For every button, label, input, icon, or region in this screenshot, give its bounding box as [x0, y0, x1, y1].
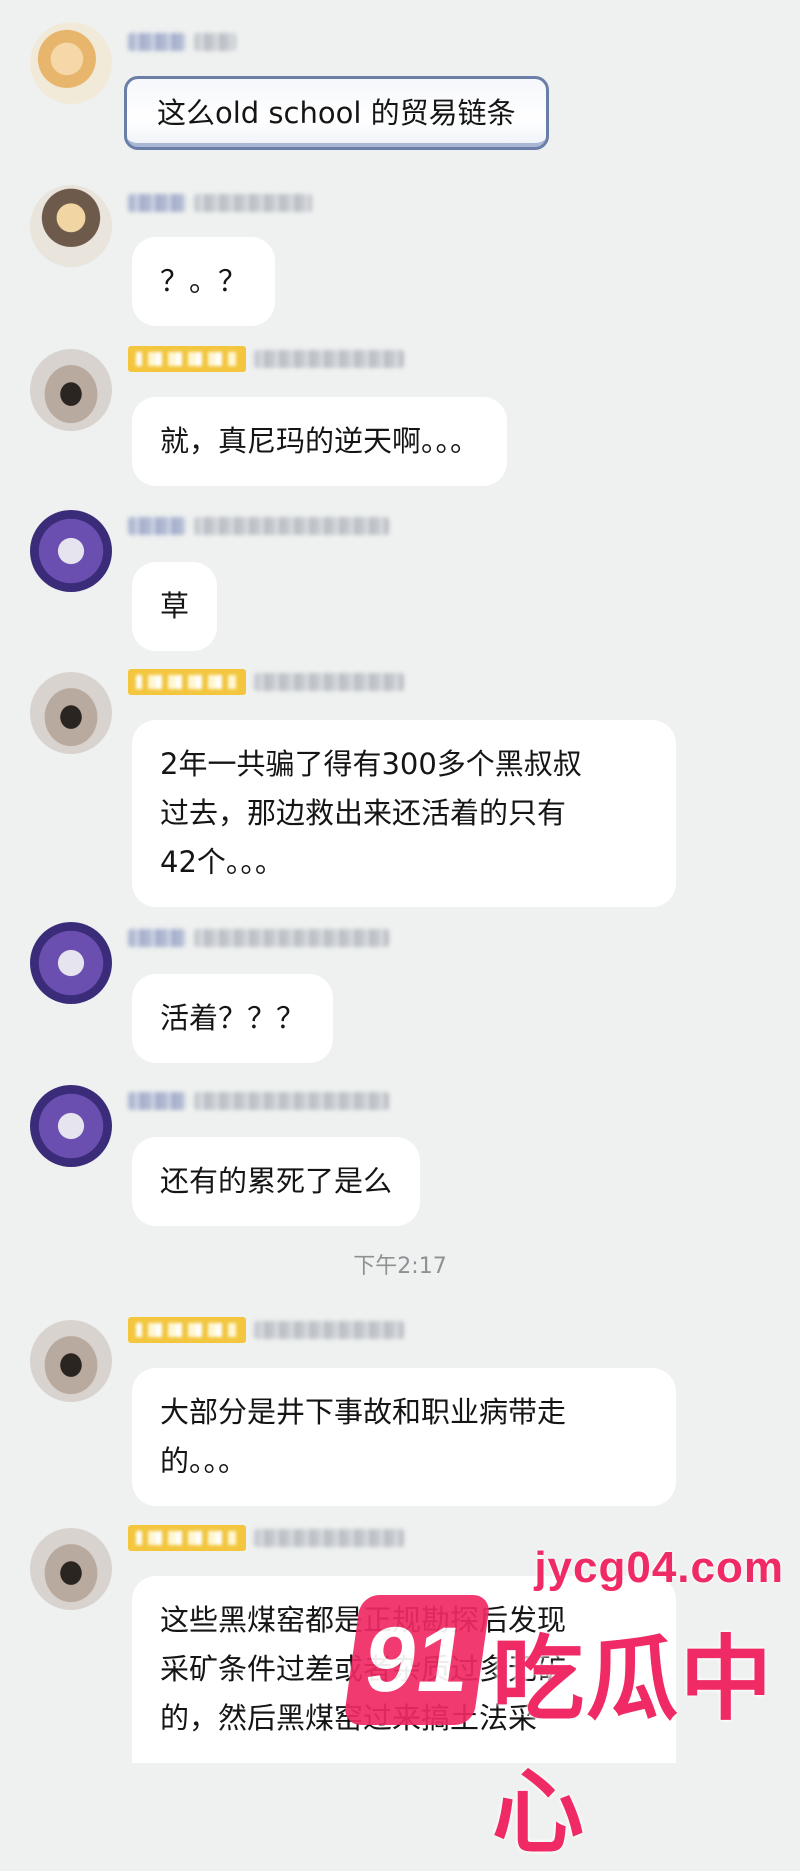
sender-name-blurred — [128, 926, 389, 950]
avatar[interactable] — [30, 1528, 112, 1610]
sender-name-blurred — [128, 669, 404, 695]
member-badge — [128, 1525, 246, 1551]
avatar[interactable] — [30, 922, 112, 1004]
sender-name-blurred — [128, 514, 389, 538]
avatar[interactable] — [30, 22, 112, 104]
member-badge — [128, 669, 246, 695]
sender-name-blurred — [128, 1317, 404, 1343]
message-bubble[interactable]: 这么old school 的贸易链条 — [124, 76, 549, 150]
message-bubble[interactable]: ？。？ — [132, 237, 276, 326]
member-badge — [128, 1317, 246, 1343]
sender-name-blurred — [128, 346, 404, 372]
message-bubble[interactable]: 活着？？？ — [132, 974, 334, 1063]
avatar[interactable] — [30, 1085, 112, 1167]
message-bubble[interactable]: 这些黑煤窑都是正规勘探后发现 采矿条件过差或者杂质过多无矿 的，然后黑煤窑过来搞… — [132, 1576, 676, 1763]
timestamp: 下午2:17 — [353, 1254, 447, 1279]
avatar[interactable] — [30, 349, 112, 431]
message-bubble[interactable]: 大部分是井下事故和职业病带走 的。。。 — [132, 1368, 676, 1506]
message-bubble[interactable]: 2年一共骗了得有300多个黑叔叔 过去，那边救出来还活着的只有 42个。。。 — [132, 720, 676, 907]
message-bubble[interactable]: 草 — [132, 562, 218, 651]
avatar[interactable] — [30, 672, 112, 754]
avatar[interactable] — [30, 185, 112, 267]
sender-name-blurred — [128, 191, 312, 215]
avatar[interactable] — [30, 510, 112, 592]
sender-name-blurred — [128, 1089, 389, 1113]
sender-name-blurred — [128, 1525, 404, 1551]
avatar[interactable] — [30, 1320, 112, 1402]
sender-name-blurred — [128, 30, 236, 54]
member-badge — [128, 346, 246, 372]
message-bubble[interactable]: 还有的累死了是么 — [132, 1137, 421, 1226]
message-bubble[interactable]: 就，真尼玛的逆天啊。。。 — [132, 397, 508, 486]
